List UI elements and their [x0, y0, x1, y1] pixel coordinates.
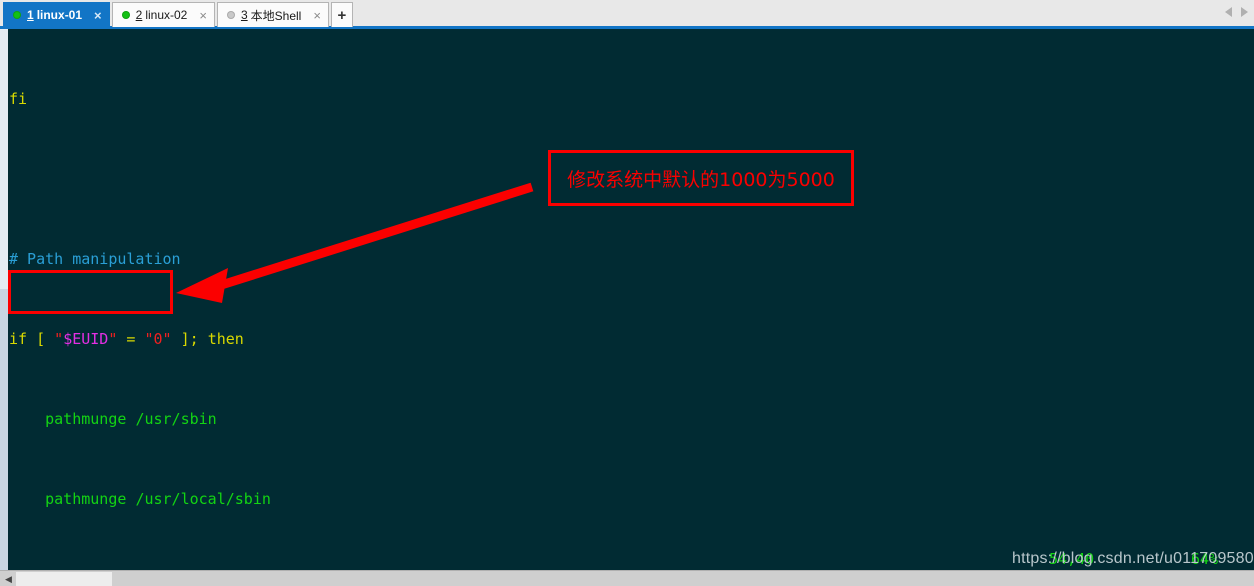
- token-path: /usr/local/sbin: [135, 490, 271, 508]
- token-quote: ": [54, 330, 64, 348]
- token-keyword-if: if: [9, 330, 28, 348]
- tab-list: 1 linux-01 × 2 linux-02 × 3 本地Shell × +: [3, 2, 353, 27]
- tab-linux-02[interactable]: 2 linux-02 ×: [111, 2, 215, 27]
- horizontal-scrollbar[interactable]: ◀: [0, 570, 1254, 586]
- tab-close-icon[interactable]: ×: [313, 9, 321, 22]
- new-tab-button[interactable]: +: [330, 2, 353, 27]
- token-bracket-close: ];: [180, 330, 199, 348]
- token-comment: # Path manipulation: [9, 250, 181, 268]
- tab-status-dot-icon: [121, 11, 130, 19]
- token-path: /usr/sbin: [135, 410, 217, 428]
- token-command: pathmunge: [45, 490, 127, 508]
- annotation-note-text: 修改系统中默认的1000为5000: [567, 168, 835, 191]
- next-tab-arrow-icon[interactable]: [1241, 7, 1248, 17]
- tab-index: 1: [27, 8, 34, 22]
- tab-bar: 1 linux-01 × 2 linux-02 × 3 本地Shell × +: [0, 0, 1254, 29]
- vertical-scrollbar-thumb[interactable]: [0, 29, 8, 289]
- code-line: # Path manipulation: [9, 249, 1254, 269]
- code-line: fi: [9, 89, 1254, 109]
- tab-close-icon[interactable]: ×: [94, 9, 102, 22]
- token-quote: ": [144, 330, 154, 348]
- token-variable-euid: $EUID: [63, 330, 109, 348]
- scroll-left-arrow-icon[interactable]: ◀: [2, 573, 15, 585]
- code-line: if [ "$EUID" = "0" ]; then: [9, 329, 1254, 349]
- token-keyword-then: then: [207, 330, 244, 348]
- tab-index: 3: [240, 8, 248, 22]
- tab-index: 2: [135, 8, 143, 22]
- code-line: pathmunge /usr/sbin: [9, 409, 1254, 429]
- code-line: pathmunge /usr/local/sbin: [9, 489, 1254, 509]
- tab-label: 本地Shell: [250, 8, 302, 23]
- token-command: pathmunge: [45, 410, 127, 428]
- token-bracket: [: [36, 330, 46, 348]
- tab-local-shell[interactable]: 3 本地Shell ×: [216, 2, 329, 27]
- tab-close-icon[interactable]: ×: [199, 9, 207, 22]
- vim-editor-content[interactable]: fi # Path manipulation if [ "$EUID" = "0…: [9, 29, 1254, 570]
- terminal-window: 1 linux-01 × 2 linux-02 × 3 本地Shell × +: [0, 0, 1254, 586]
- terminal-screen[interactable]: fi # Path manipulation if [ "$EUID" = "0…: [0, 29, 1254, 570]
- horizontal-scrollbar-thumb[interactable]: [16, 572, 112, 586]
- annotation-note-box: 修改系统中默认的1000为5000: [548, 150, 854, 206]
- vertical-scrollbar[interactable]: [0, 29, 8, 570]
- annotation-highlight-box: [8, 270, 173, 314]
- token-keyword: fi: [9, 90, 28, 108]
- prev-tab-arrow-icon[interactable]: [1225, 7, 1232, 17]
- token-quote: ": [162, 330, 172, 348]
- tab-linux-01[interactable]: 1 linux-01 ×: [3, 2, 110, 27]
- tab-label: linux-02: [145, 8, 188, 22]
- tab-status-dot-icon: [13, 11, 21, 19]
- tab-nav-arrows: [1225, 7, 1248, 17]
- token-string-zero: 0: [153, 330, 163, 348]
- watermark-url: https://blog.csdn.net/u011709580: [1012, 550, 1254, 567]
- tab-status-dot-icon: [226, 11, 235, 19]
- tab-label: linux-01: [36, 8, 83, 22]
